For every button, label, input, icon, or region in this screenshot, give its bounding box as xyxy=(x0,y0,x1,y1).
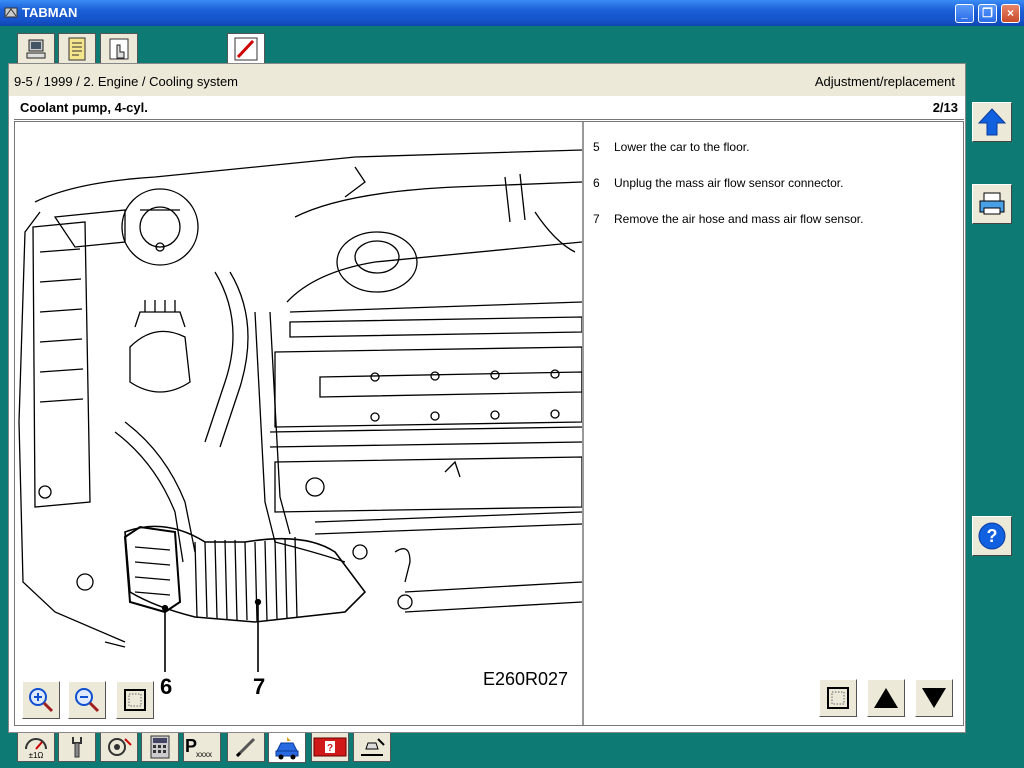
print-button[interactable] xyxy=(972,184,1012,224)
gauge-icon: ±1Ω xyxy=(25,738,47,759)
tab-pencil-bottom[interactable] xyxy=(227,733,265,762)
page-counter: 2/13 xyxy=(932,100,958,115)
notes-icon xyxy=(68,37,86,60)
tab-stamp[interactable] xyxy=(353,733,391,762)
breadcrumb: 9-5 / 1999 / 2. Engine / Cooling system xyxy=(14,74,239,89)
tab-diagnostic[interactable] xyxy=(100,733,138,762)
minimize-button[interactable]: _ xyxy=(955,4,974,23)
step-text: Unplug the mass air flow sensor connecto… xyxy=(614,176,844,190)
help-button[interactable]: ? xyxy=(972,516,1012,556)
section-type: Adjustment/replacement xyxy=(814,74,955,89)
instructions-panel: 5 Lower the car to the floor. 6 Unplug t… xyxy=(585,122,963,725)
app-icon xyxy=(4,7,18,18)
calculator-icon xyxy=(150,735,170,759)
tab-calculator[interactable] xyxy=(141,733,179,762)
frame-icon xyxy=(827,687,849,709)
zoom-out-button[interactable] xyxy=(68,681,106,719)
parts-code-icon: P xxxx xyxy=(185,736,212,759)
step-number: 6 xyxy=(593,176,600,190)
zoom-in-icon xyxy=(29,688,54,713)
bottom-toolbar: ±1Ω P xxxx ? xyxy=(0,733,1024,768)
callout-7: 7 xyxy=(253,674,266,699)
tab-wrench[interactable] xyxy=(58,733,96,762)
step-number: 5 xyxy=(593,140,600,154)
tab-gauge[interactable]: ±1Ω xyxy=(17,733,55,762)
window-title: TABMAN xyxy=(22,5,78,20)
wrench-icon xyxy=(72,737,82,758)
hand-pointer-icon xyxy=(109,38,129,59)
computer-icon xyxy=(26,39,46,58)
page-header: Coolant pump, 4-cyl. 2/13 xyxy=(14,97,964,120)
car-service-icon xyxy=(275,736,299,759)
arrow-up-icon xyxy=(874,688,898,708)
engine-drawing xyxy=(18,149,583,672)
tab-car-service[interactable] xyxy=(268,733,306,763)
step-text: Lower the car to the floor. xyxy=(614,140,750,154)
tab-computer[interactable] xyxy=(17,33,55,63)
step-text: Remove the air hose and mass air flow se… xyxy=(614,212,864,226)
tab-pencil[interactable] xyxy=(227,33,265,63)
breadcrumb-bar: 9-5 / 1999 / 2. Engine / Cooling system … xyxy=(9,64,965,96)
svg-text:xxxx: xxxx xyxy=(196,750,212,759)
svg-text:±1Ω: ±1Ω xyxy=(29,751,44,759)
callout-6: 6 xyxy=(160,674,173,699)
tab-hand-pointer[interactable] xyxy=(100,33,138,63)
content-area: 6 7 E260R027 5 Lower the car to the floo… xyxy=(14,121,964,726)
engine-illustration[interactable]: 6 7 E260R027 xyxy=(15,122,584,725)
frame-button[interactable] xyxy=(819,679,857,717)
page-title: Coolant pump, 4-cyl. xyxy=(20,100,148,115)
next-step-button[interactable] xyxy=(915,679,953,717)
svg-text:?: ? xyxy=(987,526,998,546)
step-number: 7 xyxy=(593,212,600,226)
figure-code: E260R027 xyxy=(483,669,569,689)
close-button[interactable]: × xyxy=(1001,4,1020,23)
restore-button[interactable]: ❐ xyxy=(978,4,997,23)
diagnostic-icon xyxy=(108,738,132,756)
tab-notes[interactable] xyxy=(58,33,96,63)
arrow-down-icon xyxy=(922,688,946,708)
title-bar: TABMAN _ ❐ × xyxy=(0,0,1024,26)
fit-frame-icon xyxy=(124,689,146,711)
main-panel: 9-5 / 1999 / 2. Engine / Cooling system … xyxy=(8,63,966,733)
arrow-up-icon xyxy=(977,108,1007,136)
zoom-out-icon xyxy=(75,688,100,713)
fit-frame-button[interactable] xyxy=(116,681,154,719)
tab-fault-code[interactable]: ? xyxy=(311,733,349,762)
zoom-in-button[interactable] xyxy=(22,681,60,719)
stamp-icon xyxy=(361,738,385,756)
print-icon xyxy=(979,192,1005,215)
pencil-icon xyxy=(234,37,258,60)
previous-step-button[interactable] xyxy=(867,679,905,717)
page-up-button[interactable] xyxy=(972,102,1012,142)
svg-text:?: ? xyxy=(327,743,333,754)
tab-parts-code[interactable]: P xxxx xyxy=(183,733,221,762)
pencil-icon xyxy=(235,737,256,758)
fault-code-icon: ? xyxy=(313,737,347,757)
help-icon: ? xyxy=(978,522,1006,550)
